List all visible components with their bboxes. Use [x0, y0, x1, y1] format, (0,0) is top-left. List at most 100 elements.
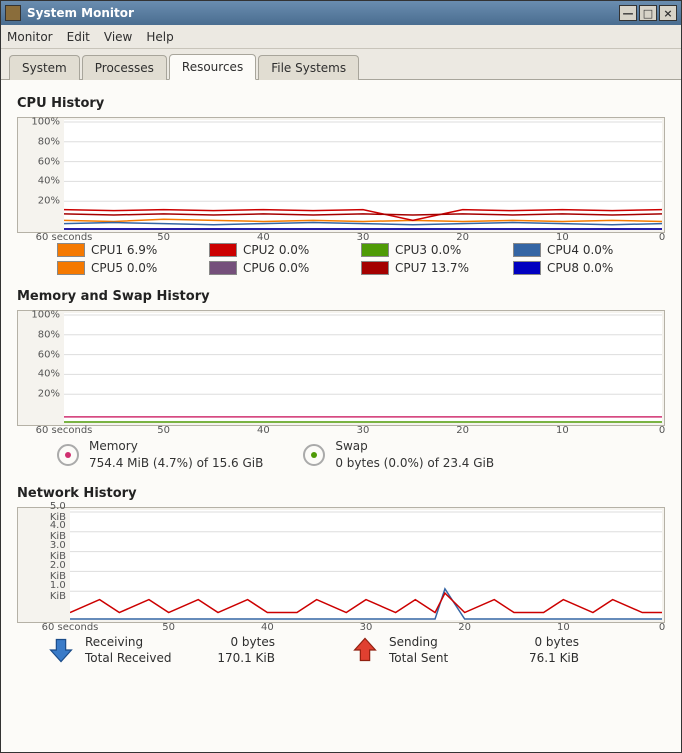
maximize-button[interactable]: □	[639, 5, 657, 21]
x-tick-label: 10	[556, 232, 569, 243]
y-tick-label: 80%	[38, 329, 60, 340]
cpu-legend: CPU1 6.9% CPU2 0.0% CPU3 0.0% CPU4 0.0% CPU5…	[17, 239, 665, 285]
send-value: 0 bytes	[499, 635, 589, 649]
memory-chart-box: 100%80%60%40%20%60 seconds50403020100	[17, 310, 665, 426]
x-tick-label: 60 seconds	[36, 425, 93, 436]
x-tick-label: 60 seconds	[36, 232, 93, 243]
cpu-legend-label: CPU6 0.0%	[243, 261, 309, 275]
network-legend: Receiving 0 bytes Total Received 170.1 K…	[17, 629, 665, 665]
x-tick-label: 10	[556, 425, 569, 436]
cpu-legend-item[interactable]: CPU1 6.9%	[57, 243, 189, 257]
titlebar[interactable]: System Monitor — □ ×	[1, 1, 681, 25]
color-swatch	[209, 261, 237, 275]
memory-item: Memory 754.4 MiB (4.7%) of 15.6 GiB	[57, 438, 263, 472]
y-tick-label: 1.0 KiB	[50, 580, 66, 602]
download-arrow-icon	[47, 636, 75, 664]
memory-value: 754.4 MiB (4.7%) of 15.6 GiB	[89, 455, 263, 472]
color-swatch	[513, 243, 541, 257]
color-swatch	[361, 243, 389, 257]
tab-resources[interactable]: Resources	[169, 54, 256, 80]
cpu-legend-label: CPU2 0.0%	[243, 243, 309, 257]
x-tick-label: 50	[157, 425, 170, 436]
x-tick-label: 60 seconds	[42, 622, 99, 633]
x-tick-label: 20	[456, 425, 469, 436]
cpu-legend-label: CPU4 0.0%	[547, 243, 613, 257]
y-tick-label: 4.0 KiB	[50, 520, 66, 542]
close-button[interactable]: ×	[659, 5, 677, 21]
x-tick-label: 30	[357, 425, 370, 436]
y-tick-label: 100%	[31, 117, 60, 128]
x-tick-label: 10	[557, 622, 570, 633]
color-swatch	[513, 261, 541, 275]
color-swatch	[57, 261, 85, 275]
y-tick-label: 3.0 KiB	[50, 540, 66, 562]
y-tick-label: 5.0 KiB	[50, 501, 66, 523]
cpu-legend-item[interactable]: CPU2 0.0%	[209, 243, 341, 257]
minimize-button[interactable]: —	[619, 5, 637, 21]
network-chart-box: 5.0 KiB4.0 KiB3.0 KiB2.0 KiB1.0 KiB60 se…	[17, 507, 665, 623]
swap-gauge-icon	[303, 444, 325, 466]
send-label: Sending	[389, 635, 499, 649]
x-tick-label: 50	[162, 622, 175, 633]
y-tick-label: 100%	[31, 310, 60, 321]
color-swatch	[361, 261, 389, 275]
x-tick-label: 40	[257, 232, 270, 243]
menubar: Monitor Edit View Help	[1, 25, 681, 49]
swap-label: Swap	[335, 438, 494, 455]
y-tick-label: 20%	[38, 389, 60, 400]
menu-edit[interactable]: Edit	[67, 30, 90, 44]
memory-section-title: Memory and Swap History	[17, 289, 665, 304]
cpu-legend-item[interactable]: CPU3 0.0%	[361, 243, 493, 257]
content-area: CPU History 100%80%60%40%20%60 seconds50…	[1, 80, 681, 752]
cpu-legend-label: CPU5 0.0%	[91, 261, 157, 275]
tab-system[interactable]: System	[9, 55, 80, 80]
recv-label: Receiving	[85, 635, 195, 649]
memory-chart: 100%80%60%40%20%60 seconds50403020100	[64, 313, 662, 423]
cpu-legend-label: CPU8 0.0%	[547, 261, 613, 275]
y-tick-label: 40%	[38, 176, 60, 187]
cpu-legend-item[interactable]: CPU4 0.0%	[513, 243, 645, 257]
cpu-chart-box: 100%80%60%40%20%60 seconds50403020100	[17, 117, 665, 233]
cpu-legend-label: CPU3 0.0%	[395, 243, 461, 257]
x-tick-label: 50	[157, 232, 170, 243]
menu-help[interactable]: Help	[146, 30, 173, 44]
x-tick-label: 0	[659, 622, 665, 633]
network-chart: 5.0 KiB4.0 KiB3.0 KiB2.0 KiB1.0 KiB60 se…	[70, 510, 662, 620]
y-tick-label: 80%	[38, 136, 60, 147]
menu-monitor[interactable]: Monitor	[7, 30, 53, 44]
cpu-section-title: CPU History	[17, 96, 665, 111]
x-tick-label: 0	[659, 232, 665, 243]
network-section-title: Network History	[17, 486, 665, 501]
x-tick-label: 30	[360, 622, 373, 633]
y-tick-label: 60%	[38, 349, 60, 360]
y-tick-label: 40%	[38, 369, 60, 380]
cpu-legend-item[interactable]: CPU8 0.0%	[513, 261, 645, 275]
x-tick-label: 0	[659, 425, 665, 436]
x-tick-label: 40	[257, 425, 270, 436]
x-tick-label: 20	[458, 622, 471, 633]
cpu-legend-item[interactable]: CPU6 0.0%	[209, 261, 341, 275]
swap-value: 0 bytes (0.0%) of 23.4 GiB	[335, 455, 494, 472]
color-swatch	[57, 243, 85, 257]
memory-gauge-icon	[57, 444, 79, 466]
y-tick-label: 20%	[38, 196, 60, 207]
window-title: System Monitor	[27, 6, 134, 20]
send-total-label: Total Sent	[389, 651, 499, 665]
recv-total-value: 170.1 KiB	[195, 651, 285, 665]
recv-total-label: Total Received	[85, 651, 195, 665]
tab-file-systems[interactable]: File Systems	[258, 55, 359, 80]
app-window: System Monitor — □ × Monitor Edit View H…	[0, 0, 682, 753]
x-tick-label: 20	[456, 232, 469, 243]
y-tick-label: 2.0 KiB	[50, 560, 66, 582]
x-tick-label: 30	[357, 232, 370, 243]
app-icon	[5, 5, 21, 21]
x-tick-label: 40	[261, 622, 274, 633]
cpu-legend-item[interactable]: CPU7 13.7%	[361, 261, 493, 275]
swap-item: Swap 0 bytes (0.0%) of 23.4 GiB	[303, 438, 494, 472]
tab-processes[interactable]: Processes	[82, 55, 167, 80]
cpu-legend-label: CPU1 6.9%	[91, 243, 157, 257]
menu-view[interactable]: View	[104, 30, 132, 44]
upload-arrow-icon	[351, 636, 379, 664]
cpu-legend-item[interactable]: CPU5 0.0%	[57, 261, 189, 275]
tab-bar: System Processes Resources File Systems	[1, 49, 681, 80]
